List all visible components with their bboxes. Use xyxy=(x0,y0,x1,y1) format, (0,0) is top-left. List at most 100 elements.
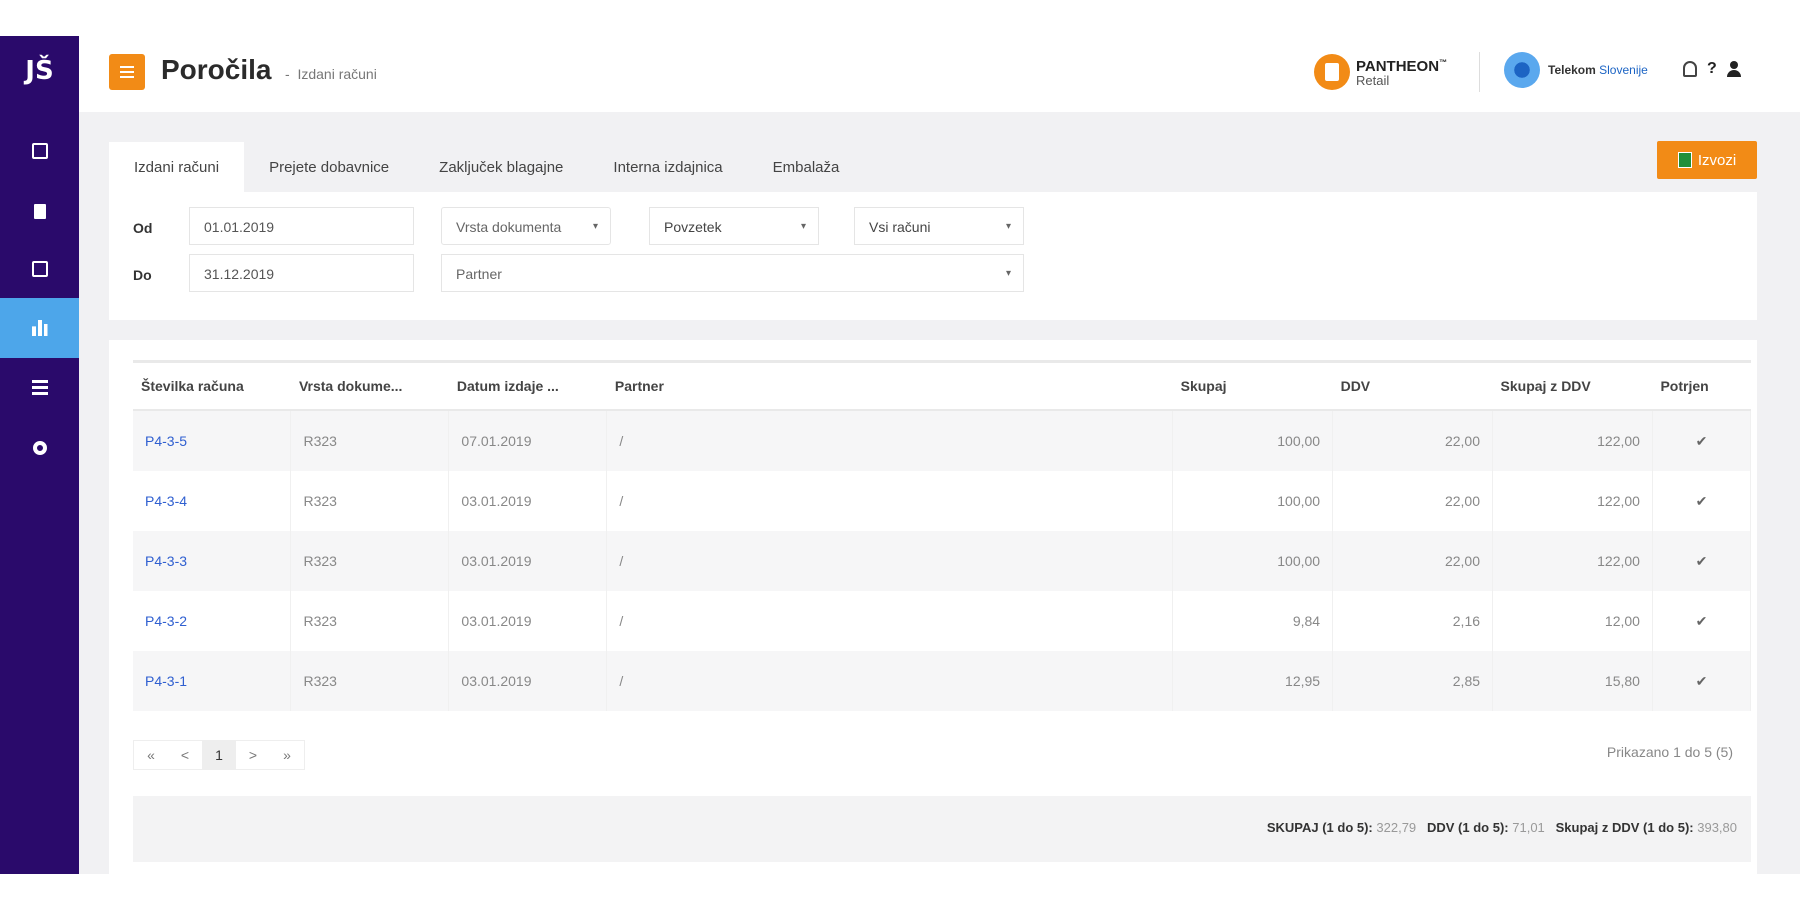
date-cell: 07.01.2019 xyxy=(448,410,608,471)
user-icon[interactable] xyxy=(1726,61,1741,77)
total-vat-cell: 12,00 xyxy=(1492,591,1653,651)
table-row[interactable]: P4-3-4 R323 03.01.2019 / 100,00 22,00 12… xyxy=(133,471,1752,531)
partner-cell: / xyxy=(606,531,1174,591)
orders-icon xyxy=(31,143,48,159)
pantheon-icon xyxy=(1314,54,1350,90)
sidebar-item-documents[interactable] xyxy=(0,181,79,241)
total-cell: 100,00 xyxy=(1172,471,1334,531)
invoice-number-link[interactable]: P4-3-1 xyxy=(133,651,292,711)
to-date-field[interactable]: 31.12.2019 xyxy=(189,254,414,292)
report-tabs: Izdani računi Prejete dobavnice Zaključe… xyxy=(109,140,864,192)
vat-cell: 2,85 xyxy=(1332,651,1494,711)
export-button[interactable]: Izvozi xyxy=(1657,141,1757,179)
col-header-total-vat[interactable]: Skupaj z DDV xyxy=(1492,360,1653,411)
page-title: Poročila xyxy=(161,54,272,85)
table-row[interactable]: P4-3-3 R323 03.01.2019 / 100,00 22,00 12… xyxy=(133,531,1752,591)
date-cell: 03.01.2019 xyxy=(448,531,608,591)
col-header-doc-type[interactable]: Vrsta dokume... xyxy=(290,360,449,411)
settings-icon xyxy=(32,441,47,455)
vat-cell: 22,00 xyxy=(1332,410,1494,471)
date-cell: 03.01.2019 xyxy=(448,651,608,711)
last-page-button[interactable]: » xyxy=(270,741,304,769)
col-header-number[interactable]: Številka računa xyxy=(133,360,291,411)
checklist-icon xyxy=(31,261,48,277)
table-row[interactable]: P4-3-5 R323 07.01.2019 / 100,00 22,00 12… xyxy=(133,410,1752,471)
content-area: Izdani računi Prejete dobavnice Zaključe… xyxy=(79,112,1800,874)
page-subtitle: - Izdani računi xyxy=(285,66,377,82)
totals-bar: SKUPAJ (1 do 5): 322,79 DDV (1 do 5): 71… xyxy=(133,796,1751,862)
doc-type-cell: R323 xyxy=(290,410,450,471)
tab-interna-izdajnica[interactable]: Interna izdajnica xyxy=(588,142,747,192)
sidebar: JŠ xyxy=(0,36,79,874)
partner-cell: / xyxy=(606,471,1174,531)
vat-cell: 22,00 xyxy=(1332,531,1494,591)
summary-select[interactable]: Povzetek ▾ xyxy=(649,207,819,245)
header-divider xyxy=(1479,52,1480,92)
total-cell: 9,84 xyxy=(1172,591,1334,651)
invoices-select[interactable]: Vsi računi ▾ xyxy=(854,207,1024,245)
table-row[interactable]: P4-3-1 R323 03.01.2019 / 12,95 2,85 15,8… xyxy=(133,651,1752,711)
sidebar-item-reports[interactable] xyxy=(0,298,79,358)
notification-bell-icon[interactable] xyxy=(1683,61,1697,77)
sidebar-item-lists[interactable] xyxy=(0,358,79,418)
invoice-number-link[interactable]: P4-3-4 xyxy=(133,471,292,531)
checkmark-icon: ✔ xyxy=(1652,591,1752,651)
first-page-button[interactable]: « xyxy=(134,741,168,769)
total-cell: 12,95 xyxy=(1172,651,1334,711)
tab-zakljucek-blagajne[interactable]: Zaključek blagajne xyxy=(414,142,588,192)
records-shown-text: Prikazano 1 do 5 (5) xyxy=(1606,744,1733,760)
sidebar-item-settings[interactable] xyxy=(0,418,79,478)
next-page-button[interactable]: > xyxy=(236,741,270,769)
partner-cell: / xyxy=(606,410,1174,471)
col-header-issue-date[interactable]: Datum izdaje ... xyxy=(448,360,607,411)
table-row[interactable]: P4-3-2 R323 03.01.2019 / 9,84 2,16 12,00… xyxy=(133,591,1752,651)
col-header-vat[interactable]: DDV xyxy=(1332,360,1493,411)
chevron-down-icon: ▾ xyxy=(1005,221,1011,232)
invoices-table: Številka računa Vrsta dokume... Datum iz… xyxy=(133,360,1752,711)
reports-title-icon xyxy=(109,54,145,90)
col-header-confirmed[interactable]: Potrjen xyxy=(1652,360,1751,411)
totals-line: SKUPAJ (1 do 5): 322,79 DDV (1 do 5): 71… xyxy=(1266,820,1737,835)
list-icon xyxy=(31,380,48,396)
chevron-down-icon: ▾ xyxy=(592,221,598,232)
from-date-field[interactable]: 01.01.2019 xyxy=(189,207,414,245)
telekom-logo: Telekom Slovenije xyxy=(1504,52,1648,88)
doc-type-cell: R323 xyxy=(290,651,450,711)
total-vat-cell: 122,00 xyxy=(1492,471,1653,531)
sum-vat-value: 393,80 xyxy=(1697,820,1737,835)
prev-page-button[interactable]: < xyxy=(168,741,202,769)
chevron-down-icon: ▾ xyxy=(1005,268,1011,279)
table-header-row: Številka računa Vrsta dokume... Datum iz… xyxy=(133,360,1751,411)
vat-cell: 22,00 xyxy=(1332,471,1494,531)
help-icon[interactable]: ? xyxy=(1707,60,1717,78)
partner-cell: / xyxy=(606,591,1174,651)
col-header-total[interactable]: Skupaj xyxy=(1172,360,1333,411)
checkmark-icon: ✔ xyxy=(1652,651,1752,711)
total-vat-cell: 122,00 xyxy=(1492,531,1653,591)
col-header-partner[interactable]: Partner xyxy=(606,360,1173,411)
total-cell: 100,00 xyxy=(1172,410,1334,471)
app-logo[interactable]: JŠ xyxy=(0,56,79,86)
to-label: Do xyxy=(133,267,152,283)
partner-cell: / xyxy=(606,651,1174,711)
sidebar-item-checklist[interactable] xyxy=(0,239,79,299)
invoice-number-link[interactable]: P4-3-3 xyxy=(133,531,292,591)
invoice-number-link[interactable]: P4-3-2 xyxy=(133,591,292,651)
tab-prejete-dobavnice[interactable]: Prejete dobavnice xyxy=(244,142,414,192)
checkmark-icon: ✔ xyxy=(1652,471,1752,531)
invoice-number-link[interactable]: P4-3-5 xyxy=(133,410,292,471)
sum-value: 322,79 xyxy=(1376,820,1417,835)
doc-type-cell: R323 xyxy=(290,591,450,651)
results-panel: Številka računa Vrsta dokume... Datum iz… xyxy=(109,340,1757,874)
chevron-down-icon: ▾ xyxy=(800,221,806,232)
page-1-button[interactable]: 1 xyxy=(202,741,236,769)
partner-select[interactable]: Partner ▾ xyxy=(441,254,1024,292)
sidebar-item-orders[interactable] xyxy=(0,121,79,181)
reports-icon xyxy=(31,320,48,336)
document-type-select[interactable]: Vrsta dokumenta ▾ xyxy=(441,207,611,245)
tab-embalaza[interactable]: Embalaža xyxy=(748,142,865,192)
tab-izdani-racuni[interactable]: Izdani računi xyxy=(109,142,245,192)
checkmark-icon: ✔ xyxy=(1652,410,1752,471)
filter-panel: Od 01.01.2019 Do 31.12.2019 Vrsta dokume… xyxy=(109,192,1757,320)
vat-value: 71,01 xyxy=(1512,820,1545,835)
